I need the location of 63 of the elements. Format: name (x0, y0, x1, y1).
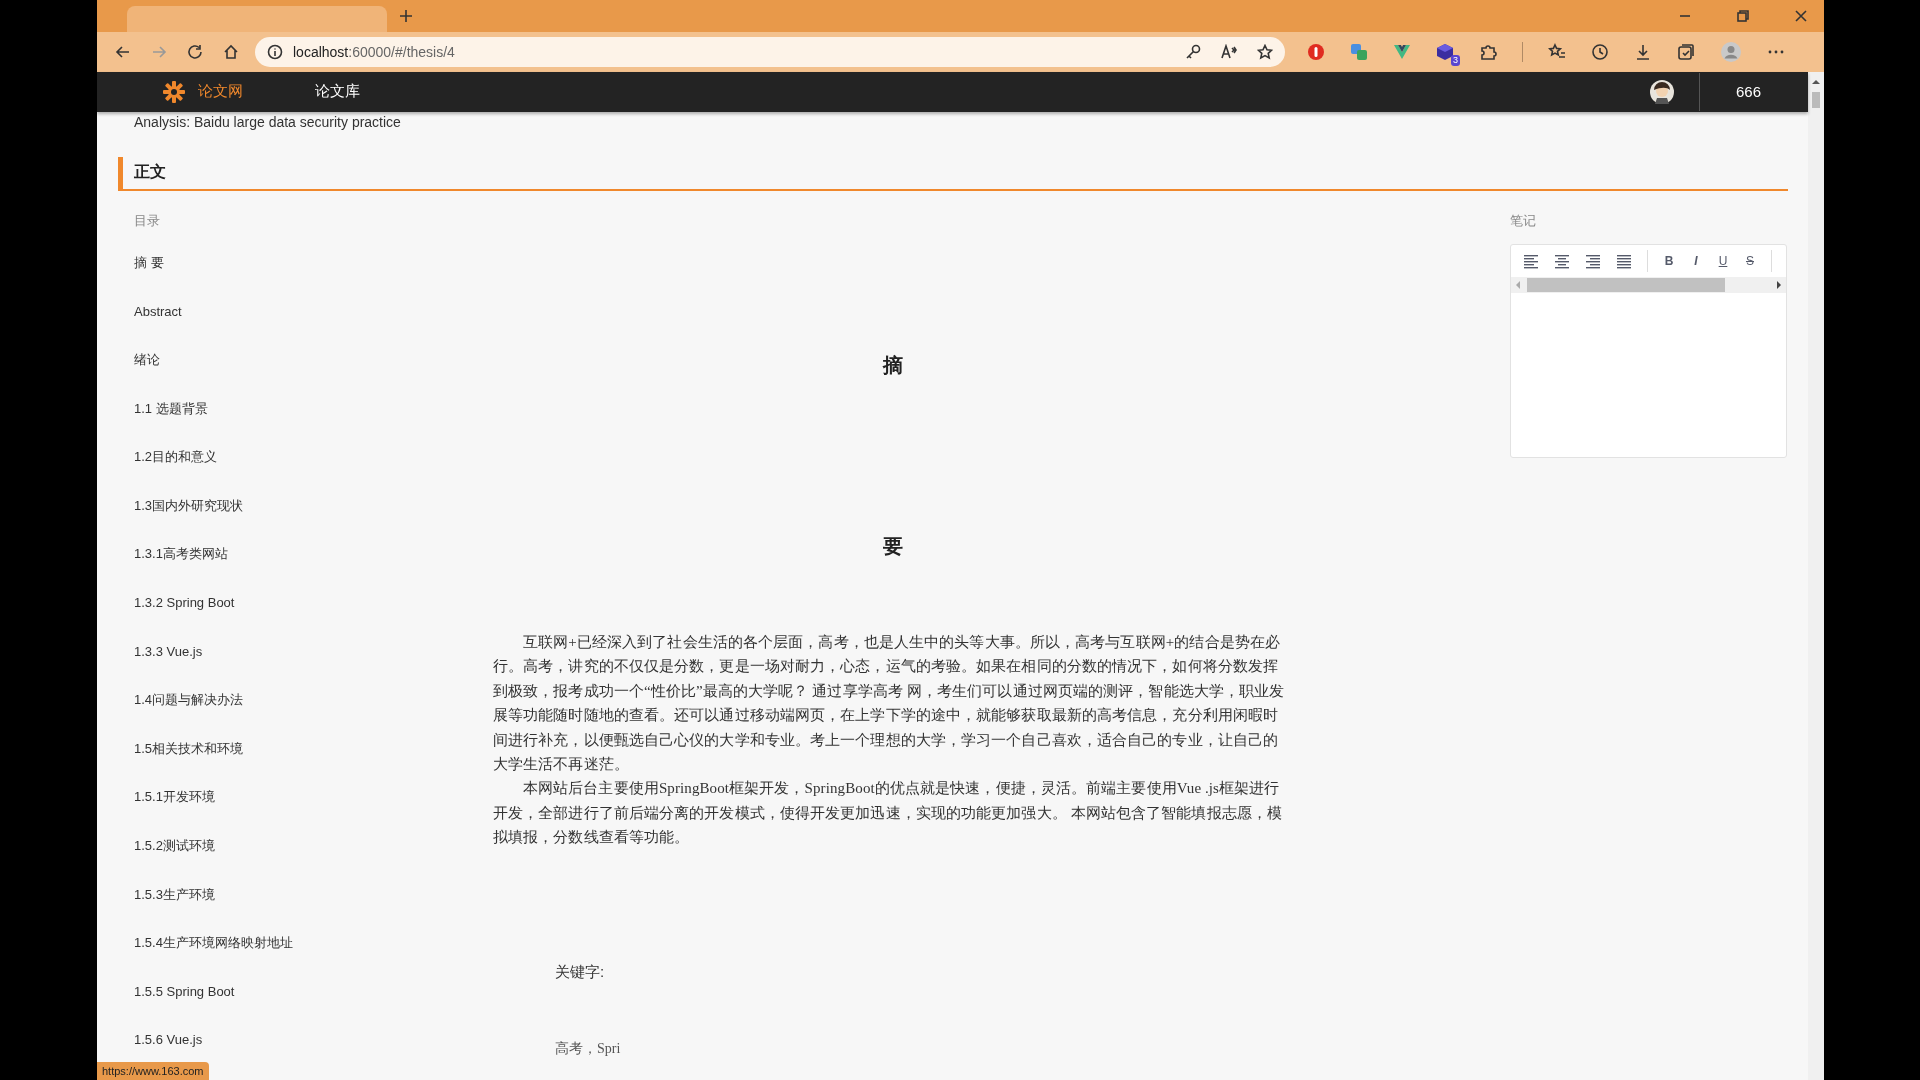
toc-link[interactable]: 1.5.4生产环境网络映射地址 (134, 934, 293, 953)
scroll-right-icon[interactable] (1776, 279, 1782, 290)
address-field[interactable]: localhost:60000/#/thesis/4 (255, 37, 1285, 67)
key-icon[interactable] (1185, 44, 1201, 60)
extension-badge: 3 (1451, 55, 1460, 66)
toc-link[interactable]: 1.5.2测试环境 (134, 837, 215, 856)
keywords-label: 关键字: (555, 962, 606, 982)
toc-link[interactable]: 1.1 选题背景 (134, 399, 208, 418)
collections-icon[interactable] (1677, 43, 1695, 61)
user-score: 666 (1736, 83, 1763, 101)
toc-link[interactable]: 1.5.3生产环境 (134, 885, 215, 904)
italic-button[interactable]: I (1690, 253, 1702, 268)
home-icon[interactable] (222, 43, 240, 61)
avatar-icon[interactable] (1649, 78, 1675, 105)
toc-link[interactable]: 1.3.3 Vue.js (134, 642, 203, 661)
favorites-icon[interactable] (1548, 43, 1566, 61)
restore-icon[interactable] (1737, 10, 1749, 22)
align-left-icon[interactable] (1523, 252, 1539, 269)
align-center-icon[interactable] (1554, 252, 1570, 269)
toc-link[interactable]: 1.5.1开发环境 (134, 788, 215, 807)
toc-link[interactable]: Abstract (134, 302, 182, 321)
abstract-paragraph: 互联网+已经深入到了社会生活的各个层面，高考，也是人生中的头等大事。所以，高考与互联网+的结合是势在必行。高考，讲究的不仅仅是分数，更是一场对耐力，心态，运气的考验。如果在相同的分数的情况下，如何将分数发挥到极致，报考成功一个“性价比”最高的大学呢？ 通过享学高考 网，考生们可以通过网页端的测评，智能选大学，职业发展等功能随时随地的查看。还可以通过移动端网页，在上学下学的途中，就能够获取最新的高考信息，充分利用闲暇时间进行补充，以便甄选自己心仪的大学和专业。考上一个理想的大学，学习一个自己喜欢，适合自己的专业，让自己的大学生活不再迷茫。 (493, 632, 1286, 774)
toc-link[interactable]: 1.4问题与解决办法 (134, 691, 244, 710)
toc-link[interactable]: 1.3国内外研究现状 (134, 496, 244, 515)
info-icon (267, 44, 283, 60)
puzzle-icon[interactable] (1479, 43, 1497, 61)
download-icon[interactable] (1634, 43, 1652, 61)
scrollbar-thumb[interactable] (1527, 277, 1725, 292)
toc-link[interactable]: 1.3.1高考类网站 (134, 545, 228, 564)
notes-label: 笔记 (1510, 211, 1537, 230)
abstract-heading: 摘 (881, 352, 904, 378)
close-icon[interactable] (1795, 10, 1807, 22)
cube-icon[interactable] (1436, 43, 1454, 61)
toc-link[interactable]: 摘 要 (134, 253, 164, 272)
nav-link[interactable]: 论文库 (315, 78, 360, 106)
section-heading: 正文 (118, 156, 1788, 191)
toc-link[interactable]: 1.2目的和意义 (134, 448, 218, 467)
strike-button[interactable]: S (1744, 253, 1756, 268)
scroll-up-icon[interactable] (1811, 78, 1821, 86)
read-aloud-icon[interactable] (1221, 44, 1237, 60)
toc-link[interactable]: 1.5相关技术和环境 (134, 739, 244, 758)
gear-icon[interactable] (163, 80, 185, 103)
abstract-paragraph: 本网站后台主要使用SpringBoot框架开发，SpringBoot的优点就是快速，便捷，灵活。前端主要使用Vue .js框架进行开发，全部进行了前后端分离的开发模式，使得开发更加迅速，实现的功能更加强大。 本网站包含了智能填报志愿，模拟填报，分数线查看等功能。 (493, 779, 1284, 848)
scrollbar-thumb[interactable] (1812, 92, 1820, 108)
toc-link[interactable]: 1.5.6 Vue.js (134, 1031, 203, 1050)
toc-link[interactable]: 1.3.2 Spring Boot (134, 594, 235, 613)
history-icon[interactable] (1591, 43, 1609, 61)
refresh-icon[interactable] (186, 43, 204, 61)
status-link-preview: https://www.163.com (97, 1062, 209, 1080)
justify-icon[interactable] (1616, 252, 1632, 269)
bold-button[interactable]: B (1663, 253, 1675, 268)
keywords-text: 高考，Spri (555, 1039, 622, 1058)
align-right-icon[interactable] (1585, 252, 1601, 269)
thesis-title: Analysis: Baidu large data security practice (134, 113, 402, 132)
url-text: localhost:60000/#/thesis/4 (293, 44, 455, 60)
new-tab-icon[interactable] (399, 9, 413, 23)
underline-button[interactable]: U (1717, 253, 1729, 268)
toc-link[interactable]: 绪论 (134, 351, 160, 370)
favorite-add-icon[interactable] (1257, 44, 1273, 60)
toc-link[interactable]: 1.5.5 Spring Boot (134, 982, 235, 1001)
site-logo-text[interactable]: 论文网 (198, 82, 243, 102)
abstract-heading: 要 (882, 533, 904, 559)
toc-label: 目录 (134, 211, 161, 230)
